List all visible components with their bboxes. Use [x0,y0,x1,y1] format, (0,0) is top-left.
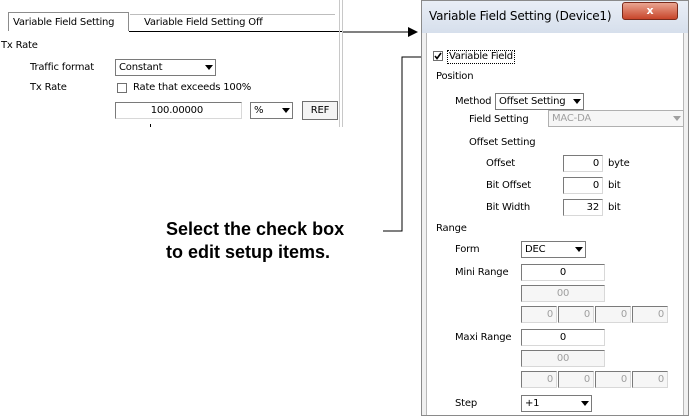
pointer-line-callout [383,56,426,232]
step-select[interactable]: +1 [521,395,592,412]
close-icon: x [646,4,654,17]
maxi-byte-value: 0 [546,374,553,385]
mini-range-input[interactable]: 0 [521,264,605,281]
chevron-down-icon [575,247,583,252]
form-label: Form [455,244,480,255]
variable-field-label: Variable Field [447,50,515,64]
mini-byte-value: 0 [657,309,664,320]
variable-field-checkbox[interactable] [433,51,443,61]
bit-width-input[interactable]: 32 [563,199,603,216]
mini-range-label: Mini Range [455,267,509,278]
form-select[interactable]: DEC [521,241,586,258]
offset-input[interactable]: 0 [563,155,603,172]
chevron-down-icon [573,99,581,104]
method-select[interactable]: Offset Setting [495,93,584,110]
arrowhead-icon [408,27,418,37]
maxi-hex-input[interactable]: 00 [521,350,605,367]
mini-byte-value: 0 [620,309,627,320]
mini-hex-value: 00 [556,288,570,299]
maxi-byte-field[interactable]: 0 [595,371,631,388]
maxi-byte-field[interactable]: 0 [558,371,594,388]
form-value: DEC [525,244,546,255]
bit-width-value: 32 [586,202,600,213]
bit-width-unit: bit [608,202,621,213]
maxi-range-label: Maxi Range [455,332,512,343]
method-label: Method [455,96,492,107]
maxi-byte-value: 0 [620,374,627,385]
mini-byte-value: 0 [546,309,553,320]
range-label: Range [436,223,467,234]
method-value: Offset Setting [499,96,566,107]
maxi-hex-value: 00 [556,353,570,364]
field-setting-value: MAC-DA [552,113,592,124]
field-setting-label: Field Setting [469,114,529,125]
bit-offset-value: 0 [592,180,599,191]
mini-byte-field[interactable]: 0 [558,306,594,323]
offset-label: Offset [486,158,515,169]
mini-byte-field[interactable]: 0 [595,306,631,323]
mini-range-value: 0 [559,267,567,278]
offset-value: 0 [592,158,599,169]
dialog-title: Variable Field Setting (Device1) [429,9,612,23]
bit-offset-unit: bit [608,180,621,191]
mini-byte-field[interactable]: 0 [521,306,557,323]
maxi-byte-value: 0 [583,374,590,385]
mini-hex-input[interactable]: 00 [521,285,605,302]
step-value: +1 [525,398,540,409]
checkmark-icon [434,52,442,60]
mini-byte-value: 0 [583,309,590,320]
bit-offset-label: Bit Offset [486,180,531,191]
maxi-byte-value: 0 [657,374,664,385]
variable-field-setting-dialog: Variable Field Setting (Device1) x Varia… [421,0,689,416]
bit-width-label: Bit Width [486,202,530,213]
callout-line-2: to edit setup items. [166,242,331,262]
position-label: Position [436,71,474,82]
chevron-down-icon [581,401,589,406]
field-setting-select[interactable]: MAC-DA [548,110,684,127]
maxi-byte-field[interactable]: 0 [632,371,668,388]
callout-line-1: Select the check box [166,219,345,239]
mini-byte-field[interactable]: 0 [632,306,668,323]
dialog-frame-right [683,33,684,415]
close-button[interactable]: x [622,2,678,20]
step-label: Step [455,398,477,409]
maxi-range-value: 0 [559,332,567,343]
chevron-down-icon [673,116,681,121]
maxi-range-input[interactable]: 0 [521,329,605,346]
bit-offset-input[interactable]: 0 [563,177,603,194]
maxi-byte-field[interactable]: 0 [521,371,557,388]
offset-unit: byte [608,158,630,169]
offset-setting-label: Offset Setting [469,137,536,148]
